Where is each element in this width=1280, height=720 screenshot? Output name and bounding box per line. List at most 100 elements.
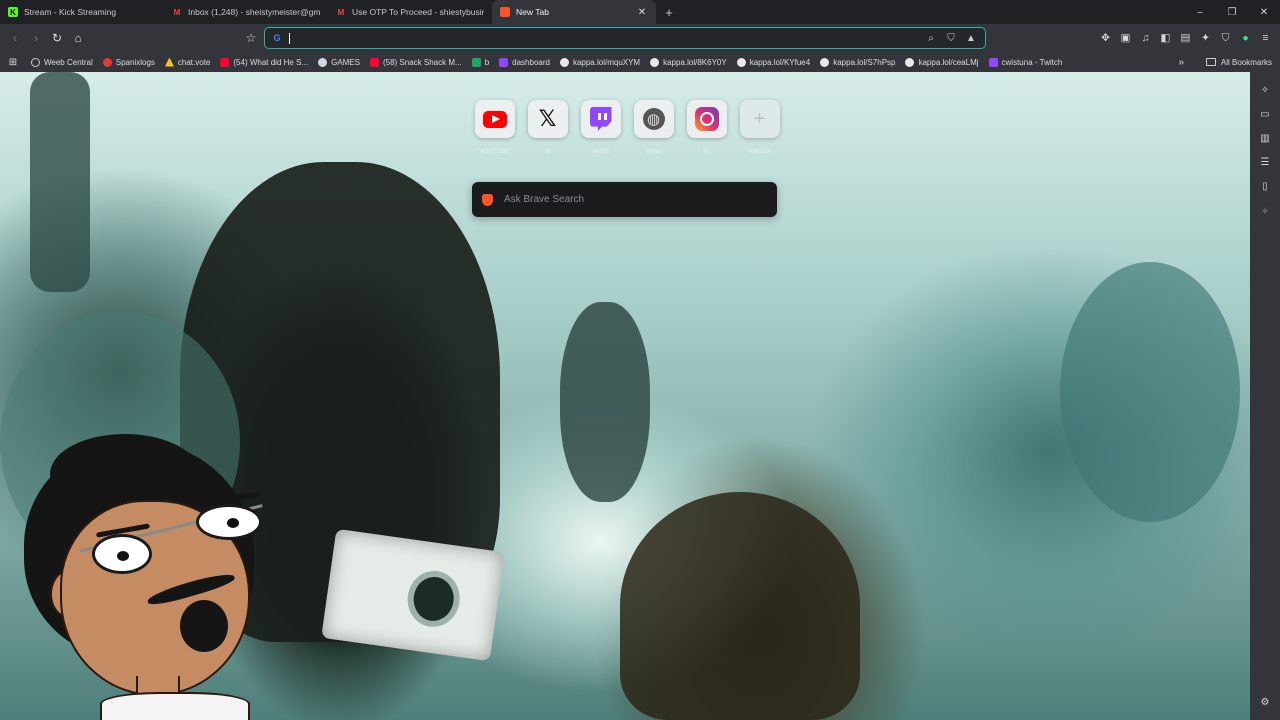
tab-gmail-otp[interactable]: M Use OTP To Proceed - shiestybusines [328,0,492,24]
shields-icon[interactable]: ⛉ [1217,28,1234,48]
bookmark-label: chat.vote [177,57,211,67]
close-window-button[interactable]: ✕ [1248,0,1280,24]
bookmark-item[interactable]: cwistuna - Twitch [984,52,1068,72]
bookmark-item[interactable]: Spanixlogs [98,52,160,72]
tab-new-tab[interactable]: New Tab ✕ [492,0,656,24]
settings-icon[interactable]: ⚙ [1257,694,1273,710]
bookmark-yellow-icon [164,57,174,67]
camera-lens [410,574,457,624]
brave-shields-icon[interactable]: ⛉ [943,30,959,46]
bookmark-label: kappa.lol/8K6Y0Y [663,57,727,67]
top-site-label: Twitch [591,148,610,155]
tab-kick[interactable]: K Stream - Kick Streaming [0,0,164,24]
extensions-icon[interactable]: ✥ [1097,28,1114,48]
background-shape [30,72,90,292]
reading-list-icon[interactable]: ☰ [1257,154,1273,170]
brave-lion-icon [482,193,493,206]
globe-icon: ◍ [642,108,665,130]
top-site-tile[interactable]: 𝕏 [527,100,568,138]
bookmark-item[interactable]: kappa.lol/S7hPsp [815,52,900,72]
bookmarks-icon[interactable]: ▯ [1257,178,1273,194]
all-bookmarks-button[interactable]: All Bookmarks [1205,52,1272,72]
brave-search-input[interactable] [504,194,767,205]
bookmark-label: (58) Snack Shack M... [382,57,462,67]
bookmark-label: Spanixlogs [115,57,155,67]
gmail-icon: M [337,7,345,17]
back-button[interactable]: ‹ [5,28,25,48]
bookmark-label: b [484,57,490,67]
top-site-x[interactable]: 𝕏 X [525,100,570,155]
reload-button[interactable]: ↻ [47,28,67,48]
media-icon[interactable]: ♫ [1137,28,1154,48]
top-site-tile[interactable] [474,100,515,138]
forward-button[interactable]: › [26,28,46,48]
video-icon[interactable]: ▭ [1257,106,1273,122]
tab-title: New Tab [516,7,549,17]
leo-icon[interactable]: ✧ [1257,82,1273,98]
kick-icon: K [8,7,18,17]
avatar-pupil [227,518,239,528]
add-panel-icon[interactable]: + [1257,202,1273,218]
bookmark-label: cwistuna - Twitch [1001,57,1063,67]
avatar-eye [92,534,152,574]
bookmark-item[interactable]: kappa.lol/8K6Y0Y [645,52,732,72]
bookmark-item[interactable]: chat.vote [160,52,215,72]
bookmark-list: Weeb Central Spanixlogs chat.vote (54) What… [26,52,1067,72]
apps-grid-icon[interactable]: ⊞ [0,57,26,68]
top-site-instagram[interactable]: IG [684,100,729,155]
bookmark-item[interactable]: kappa.lol/KYfue4 [732,52,816,72]
close-tab-icon[interactable]: ✕ [636,7,648,18]
avatar-eye [196,504,262,540]
vpn-icon[interactable]: ● [1237,28,1254,48]
top-site-vibes[interactable]: ◍ Vibes [631,100,676,155]
top-site-youtube[interactable]: YOUTUBE [472,100,517,155]
bookmark-item[interactable]: kappa.lol/mquXYM [555,52,645,72]
top-site-twitch[interactable]: Twitch [578,100,623,155]
bookmark-item[interactable]: Weeb Central [26,52,98,72]
bookmark-kappa-icon [905,57,915,67]
sidebar-icon[interactable]: ◧ [1157,28,1174,48]
bookmark-item[interactable]: dashboard [494,52,555,72]
restore-button[interactable]: ❐ [1216,0,1248,24]
bookmark-item[interactable]: b [467,52,494,72]
youtube-icon [482,110,507,128]
bookmark-item[interactable]: kappa.lol/ceaLMj [900,52,983,72]
bookmarks-overflow-button[interactable]: » [1178,52,1184,72]
home-button[interactable]: ⌂ [68,28,88,48]
menu-icon[interactable]: ≡ [1257,28,1274,48]
bookmark-kappa-icon [820,57,830,67]
bookmark-item[interactable]: (58) Snack Shack M... [365,52,467,72]
leo-ai-icon[interactable]: ✦ [1197,28,1214,48]
screenshot-icon[interactable]: ▣ [1117,28,1134,48]
bookmark-label: (54) What did He S... [233,57,309,67]
browser-window: K Stream - Kick Streaming M Inbox (1,248… [0,0,1280,720]
bookmark-item[interactable]: (54) What did He S... [215,52,313,72]
folder-icon [1205,58,1216,66]
window-controls: – ❐ ✕ [1184,0,1280,24]
bookmark-yt-icon [220,57,230,67]
brave-search-box[interactable] [472,182,777,217]
bookmark-twitch-icon [988,57,998,67]
all-bookmarks-label: All Bookmarks [1220,57,1272,67]
brave-rewards-icon[interactable]: ▲ [963,30,979,46]
minimize-button[interactable]: – [1184,0,1216,24]
top-site-tile[interactable]: + [739,100,780,138]
bookmark-label: GAMES [331,57,360,67]
brave-icon [500,7,510,17]
bookmark-item[interactable]: GAMES [313,52,365,72]
wallet-icon[interactable]: ▥ [1257,130,1273,146]
bookmark-globe-icon [31,57,40,67]
top-site-tile[interactable] [580,100,621,138]
zoom-icon[interactable]: ⌕ [923,30,939,46]
add-top-site[interactable]: + Add site [737,100,782,155]
bookmark-page-button[interactable]: ☆ [241,28,261,48]
top-site-tile[interactable] [686,100,727,138]
top-site-tile[interactable]: ◍ [633,100,674,138]
bookmark-red-icon [102,57,112,67]
tab-gmail-inbox[interactable]: M Inbox (1,248) - sheistymeister@gmai [164,0,328,24]
wallet-icon[interactable]: ▤ [1177,28,1194,48]
address-input[interactable] [290,30,923,46]
address-bar[interactable]: G ⌕ ⛉ ▲ [264,27,986,49]
new-tab-button[interactable]: + [658,5,680,20]
right-sidebar: ✧ ▭ ▥ ☰ ▯ + ⚙ [1250,72,1280,720]
